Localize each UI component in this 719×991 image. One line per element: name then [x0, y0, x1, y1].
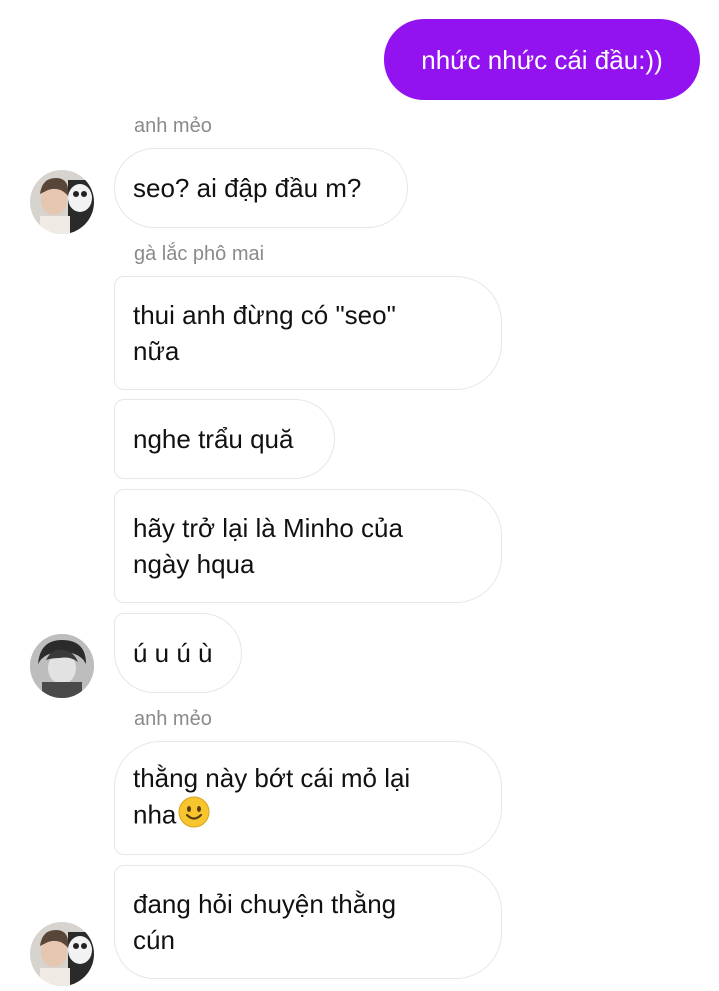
incoming-message-bubble[interactable]: ú u ú ù: [114, 613, 242, 693]
incoming-message-bubble[interactable]: seo? ai đập đầu m?: [114, 148, 408, 228]
avatar[interactable]: [30, 634, 94, 698]
incoming-message-bubble[interactable]: thằng này bớt cái mỏ lại nha: [114, 741, 502, 855]
message-text: ú u ú ù: [133, 638, 213, 668]
avatar[interactable]: [30, 922, 94, 986]
incoming-message-bubble[interactable]: hãy trở lại là Minho của ngày hqua: [114, 489, 502, 603]
incoming-message-bubble[interactable]: thui anh đừng có "seo" nữa: [114, 276, 502, 390]
sender-name-label: gà lắc phô mai: [134, 243, 265, 265]
sender-name-label: anh mẻo: [134, 115, 212, 137]
incoming-message-bubble[interactable]: nghe trẩu quă: [114, 399, 335, 479]
slightly-smiling-face-icon: [178, 796, 210, 837]
outgoing-message-bubble[interactable]: nhức nhức cái đầu:)): [384, 19, 700, 100]
incoming-message-bubble[interactable]: đang hỏi chuyện thằng cún: [114, 865, 502, 979]
avatar[interactable]: [30, 170, 94, 234]
message-text: hãy trở lại là Minho của ngày hqua: [133, 513, 403, 579]
sender-name-label: anh mẻo: [134, 708, 212, 730]
avatar-photo: [30, 634, 94, 698]
avatar-photo: [30, 170, 94, 234]
message-text: thằng này bớt cái mỏ lại nha: [133, 760, 410, 837]
message-text: đang hỏi chuyện thằng cún: [133, 889, 397, 955]
message-text: thui anh đừng có "seo" nữa: [133, 300, 396, 366]
message-text: seo? ai đập đầu m?: [133, 173, 362, 203]
outgoing-message-text: nhức nhức cái đầu:)): [421, 44, 663, 75]
message-text: nghe trẩu quă: [133, 424, 294, 454]
avatar-photo: [30, 922, 94, 986]
